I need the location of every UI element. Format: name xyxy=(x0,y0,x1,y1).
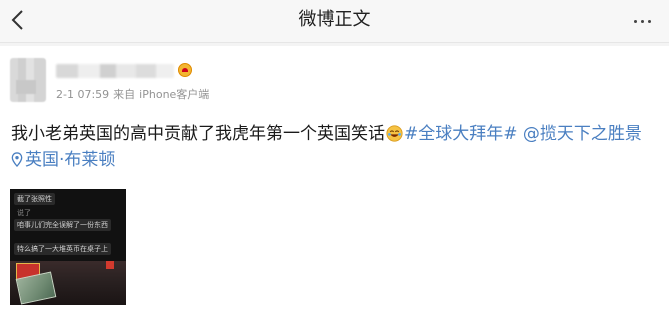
page-title: 微博正文 xyxy=(298,9,371,30)
chat-line: 咱事儿们完全误解了一份东西 xyxy=(14,219,111,231)
location-pin-icon xyxy=(11,152,23,167)
post-source[interactable]: iPhone客户端 xyxy=(139,88,209,101)
laugh-cry-emoji-icon xyxy=(386,125,403,142)
nav-bar: 微博正文 xyxy=(0,0,669,43)
chat-line: 截了张照性 xyxy=(14,193,55,205)
post-body: 我小老弟英国的高中贡献了我虎年第一个英国笑话 #全球大拜年# @揽天下之胜景 英… xyxy=(11,121,661,173)
post-image[interactable]: 截了张照性 说了 咱事儿们完全误解了一份东西 特么搞了一大堆英币在桌子上 xyxy=(10,189,126,305)
weibo-post-view: 微博正文 2-1 07:59 来自 iPhone客户端 我小老弟英国的高中贡献了我虎… xyxy=(0,0,669,321)
red-object xyxy=(106,261,114,269)
more-button[interactable] xyxy=(629,8,655,34)
source-prefix: 来自 xyxy=(113,88,136,101)
post-text: 我小老弟英国的高中贡献了我虎年第一个英国笑话 xyxy=(11,124,385,144)
username[interactable] xyxy=(56,64,174,78)
mention-link[interactable]: @揽天下之胜景 xyxy=(523,124,642,144)
post-meta: 2-1 07:59 来自 iPhone客户端 xyxy=(56,86,213,102)
chat-line: 特么搞了一大堆英币在桌子上 xyxy=(14,243,111,255)
vip-badge-icon xyxy=(178,63,192,77)
avatar[interactable] xyxy=(10,58,46,102)
more-dots-icon xyxy=(633,19,637,23)
location-link[interactable]: 英国·布莱顿 xyxy=(25,150,115,170)
hashtag-link[interactable]: #全球大拜年# xyxy=(404,124,518,144)
chat-line: 说了 xyxy=(17,209,31,217)
post-card: 2-1 07:59 来自 iPhone客户端 我小老弟英国的高中贡献了我虎年第一个英… xyxy=(0,46,669,321)
post-time: 2-1 07:59 xyxy=(56,88,110,101)
